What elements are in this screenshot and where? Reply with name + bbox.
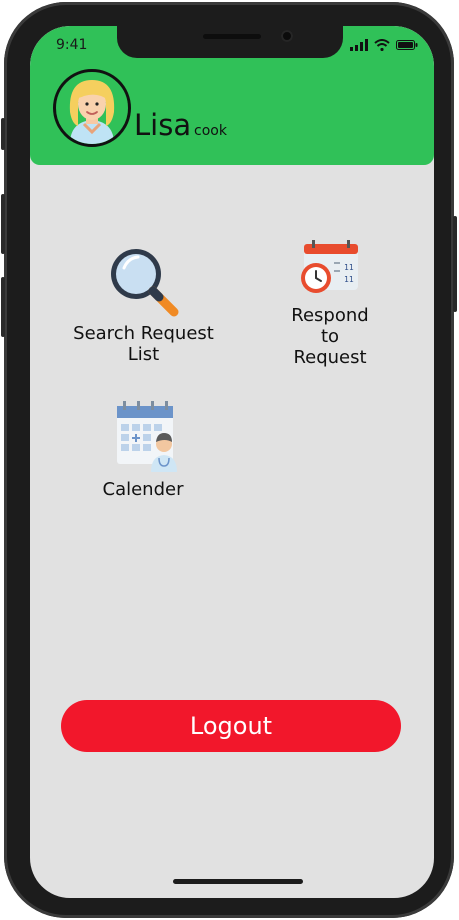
respond-label-line-1: Respond [291, 305, 369, 326]
calendar-doctor-icon [117, 401, 177, 472]
status-icons [350, 39, 418, 51]
volume-up-button [1, 194, 5, 254]
status-time: 9:41 [56, 37, 88, 53]
screen: Lisa cook 9:41 Search Request List 11 11… [30, 26, 434, 898]
calendar-clock-icon: 11 11 [301, 240, 358, 293]
search-request-list-label: Search Request List [73, 323, 214, 365]
home-indicator[interactable] [173, 879, 303, 884]
search-request-list-tile[interactable]: Search Request List [56, 244, 231, 365]
respond-label-line-3: Request [293, 347, 367, 368]
magnifier-icon [110, 249, 178, 317]
speaker-grille [203, 34, 261, 39]
power-button [453, 216, 457, 312]
notch [117, 26, 343, 58]
avatar[interactable] [53, 69, 131, 147]
user-name: Lisa [134, 108, 192, 142]
respond-to-request-tile[interactable]: 11 11 Respond to Request [280, 240, 380, 368]
svg-text:11: 11 [344, 275, 354, 284]
avatar-woman-icon [69, 80, 115, 144]
respond-label-line-2: to [320, 326, 340, 347]
wifi-icon [374, 39, 390, 51]
logout-button[interactable]: Logout [61, 700, 401, 752]
svg-text:11: 11 [344, 263, 354, 272]
battery-icon [396, 40, 418, 50]
calender-tile[interactable]: Calender [93, 400, 193, 500]
signal-icon [350, 39, 368, 51]
mute-switch [1, 118, 5, 150]
volume-down-button [1, 277, 5, 337]
calender-label: Calender [102, 479, 184, 500]
front-camera [281, 30, 293, 42]
phone-frame: Lisa cook 9:41 Search Request List 11 11… [1, 2, 457, 918]
user-role: cook [194, 123, 227, 139]
